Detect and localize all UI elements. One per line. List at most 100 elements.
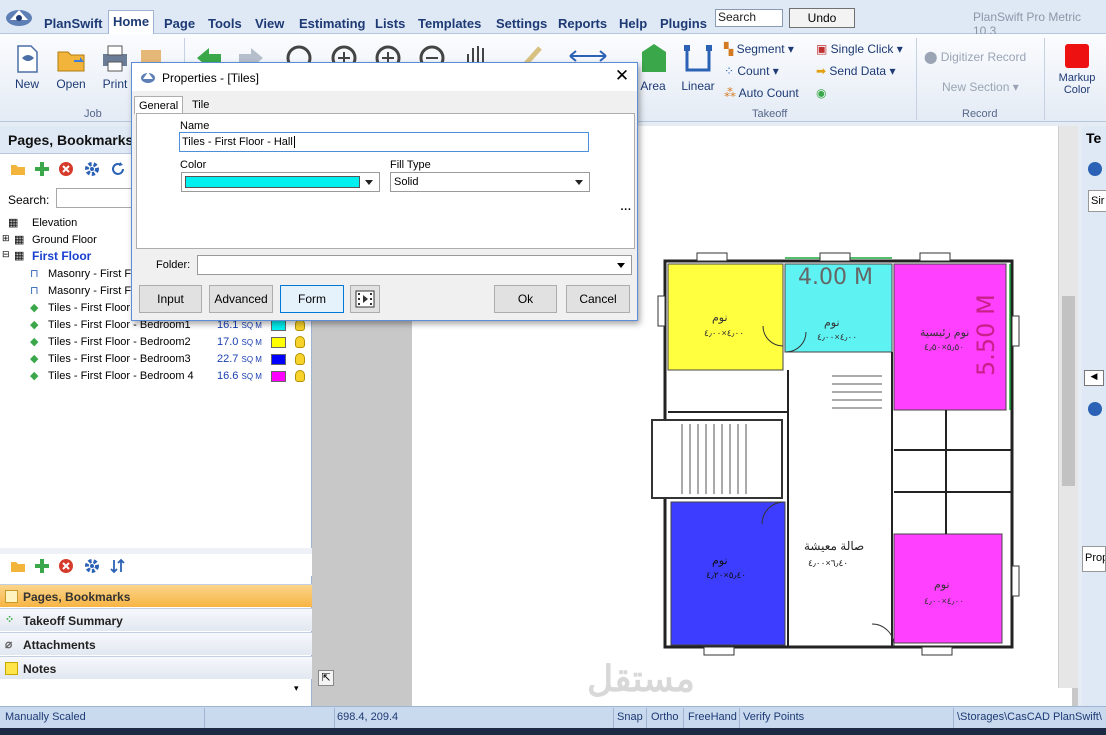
nav-notes[interactable]: Notes	[0, 656, 312, 679]
ellipsis-button[interactable]: ···	[617, 204, 635, 220]
close-icon[interactable]: ✕	[612, 66, 632, 86]
menu-help[interactable]: Help	[619, 16, 647, 31]
menubar: PlanSwift Home Page Tools View Estimatin…	[0, 0, 1106, 38]
chevron-down-icon	[617, 263, 625, 268]
room-label: نوم	[712, 555, 728, 567]
scroll-left-icon[interactable]: ◀	[1084, 370, 1104, 386]
segment-button[interactable]: ▚ Segment ▾	[724, 42, 794, 56]
tree-item-label: Tiles - First Floor - Bedroom2	[48, 336, 191, 348]
tree-item-label: Masonry - First Fl	[48, 285, 134, 297]
tab-general[interactable]: General	[134, 96, 184, 114]
gear-icon[interactable]	[84, 558, 100, 574]
color-swatch[interactable]	[271, 371, 286, 382]
menu-plugins[interactable]: Plugins	[660, 16, 707, 31]
verify-points-toggle[interactable]: Verify Points	[743, 711, 804, 723]
lightbulb-icon[interactable]	[295, 370, 305, 382]
secondary-toolbar	[0, 554, 312, 576]
nav-takeoff-summary[interactable]: ⁘ Takeoff Summary	[0, 608, 312, 631]
count-icon: ⁘	[724, 64, 738, 78]
open-button[interactable]: Open	[54, 44, 88, 91]
menu-lists[interactable]: Lists	[375, 16, 405, 31]
lightbulb-icon[interactable]	[295, 353, 305, 365]
room-size: ٤٫٠٠×٤٫٠٠	[704, 328, 744, 338]
form-button[interactable]: Form	[280, 285, 344, 313]
color-select[interactable]	[181, 172, 380, 192]
vertical-scrollbar[interactable]	[1058, 126, 1078, 688]
nav-label: Attachments	[23, 638, 96, 652]
bookmark-icon	[5, 590, 18, 603]
color-swatch[interactable]	[271, 354, 286, 365]
area-button[interactable]: Area	[636, 42, 670, 93]
gear-icon[interactable]	[84, 161, 100, 177]
new-section-button[interactable]: New Section ▾	[942, 80, 1019, 94]
globe-button[interactable]: ◉	[816, 86, 826, 100]
folder-icon[interactable]	[10, 558, 26, 574]
collapse-icon[interactable]: ⊟	[2, 249, 10, 260]
gear-icon[interactable]	[1088, 402, 1102, 416]
delete-icon[interactable]	[58, 558, 74, 574]
menu-page[interactable]: Page	[164, 16, 195, 31]
tab-tile[interactable]: Tile	[188, 96, 213, 114]
scroll-thumb[interactable]	[1062, 296, 1075, 486]
right-input[interactable]: Sir	[1088, 190, 1106, 212]
expand-icon[interactable]: ⊞	[2, 233, 10, 244]
lightbulb-icon[interactable]	[295, 336, 305, 348]
menu-tools[interactable]: Tools	[208, 16, 242, 31]
input-button[interactable]: Input	[139, 285, 202, 313]
linear-label: Linear	[681, 79, 715, 93]
advanced-button[interactable]: Advanced	[209, 285, 273, 313]
search-input[interactable]: Search	[715, 9, 783, 27]
freehand-toggle[interactable]: FreeHand	[688, 711, 737, 723]
color-swatch[interactable]	[271, 337, 286, 348]
properties-tab[interactable]: Prop	[1082, 546, 1106, 572]
tree-item-label: Tiles - First Floor - Bedroom 4	[48, 370, 194, 382]
folder-select[interactable]	[197, 255, 632, 275]
media-button[interactable]	[350, 285, 380, 313]
single-click-button[interactable]: ▣ Single Click ▾	[816, 42, 903, 56]
takeoff-value: 16.6 SQ M	[217, 370, 262, 382]
new-button[interactable]: New	[10, 44, 44, 91]
markup-color-button[interactable]: Markup Color	[1052, 44, 1102, 96]
linear-button[interactable]: Linear	[678, 42, 718, 93]
takeoff-value: 22.7 SQ M	[217, 353, 262, 365]
ortho-toggle[interactable]: Ortho	[651, 711, 679, 723]
nav-attachments[interactable]: ⌀ Attachments	[0, 632, 312, 655]
sort-icon[interactable]	[110, 558, 126, 574]
print-button[interactable]: Print	[98, 44, 132, 91]
name-field[interactable]: Tiles - First Floor - Hall ···	[179, 132, 632, 216]
fill-type-select[interactable]: Solid	[390, 172, 590, 192]
menu-settings[interactable]: Settings	[496, 16, 547, 31]
menu-view[interactable]: View	[255, 16, 284, 31]
menu-templates[interactable]: Templates	[418, 16, 481, 31]
gear-icon[interactable]	[1088, 162, 1102, 176]
nav-pages-bookmarks[interactable]: Pages, Bookmarks	[0, 584, 312, 607]
cancel-button[interactable]: Cancel	[566, 285, 630, 313]
menu-home[interactable]: Home	[108, 10, 154, 34]
count-button[interactable]: ⁘ Count ▾	[724, 64, 779, 78]
dialog-titlebar[interactable]: Properties - [Tiles] ✕	[132, 63, 637, 91]
add-icon[interactable]	[34, 161, 50, 177]
planswift-logo-icon[interactable]	[4, 6, 34, 28]
undo-button[interactable]: Undo	[789, 8, 855, 28]
delete-icon[interactable]	[58, 161, 74, 177]
auto-count-button[interactable]: ⁂ Auto Count	[724, 86, 799, 100]
menu-estimating[interactable]: Estimating	[299, 16, 365, 31]
menu-reports[interactable]: Reports	[558, 16, 607, 31]
color-swatch[interactable]	[271, 320, 286, 331]
globe-icon: ◉	[816, 86, 827, 100]
folder-label: Folder:	[156, 259, 191, 271]
scale-status[interactable]: Manually Scaled	[5, 711, 86, 723]
snap-toggle[interactable]: Snap	[617, 711, 643, 723]
add-icon[interactable]	[34, 558, 50, 574]
nav-overflow-icon[interactable]: ▾	[294, 683, 299, 694]
ok-button[interactable]: Ok	[494, 285, 557, 313]
auto-count-label: Auto Count	[738, 86, 799, 100]
send-data-button[interactable]: ➡ Send Data ▾	[816, 64, 895, 78]
tree-item-label: Masonry - First Fl	[48, 268, 134, 280]
tree-search-input[interactable]	[56, 188, 136, 208]
digitizer-record-button[interactable]: ⬤ Digitizer Record	[924, 50, 1026, 64]
refresh-icon[interactable]	[110, 161, 126, 177]
status-separator	[646, 708, 647, 728]
folder-icon[interactable]	[10, 161, 26, 177]
expand-corner-icon[interactable]: ⇱	[318, 670, 334, 686]
